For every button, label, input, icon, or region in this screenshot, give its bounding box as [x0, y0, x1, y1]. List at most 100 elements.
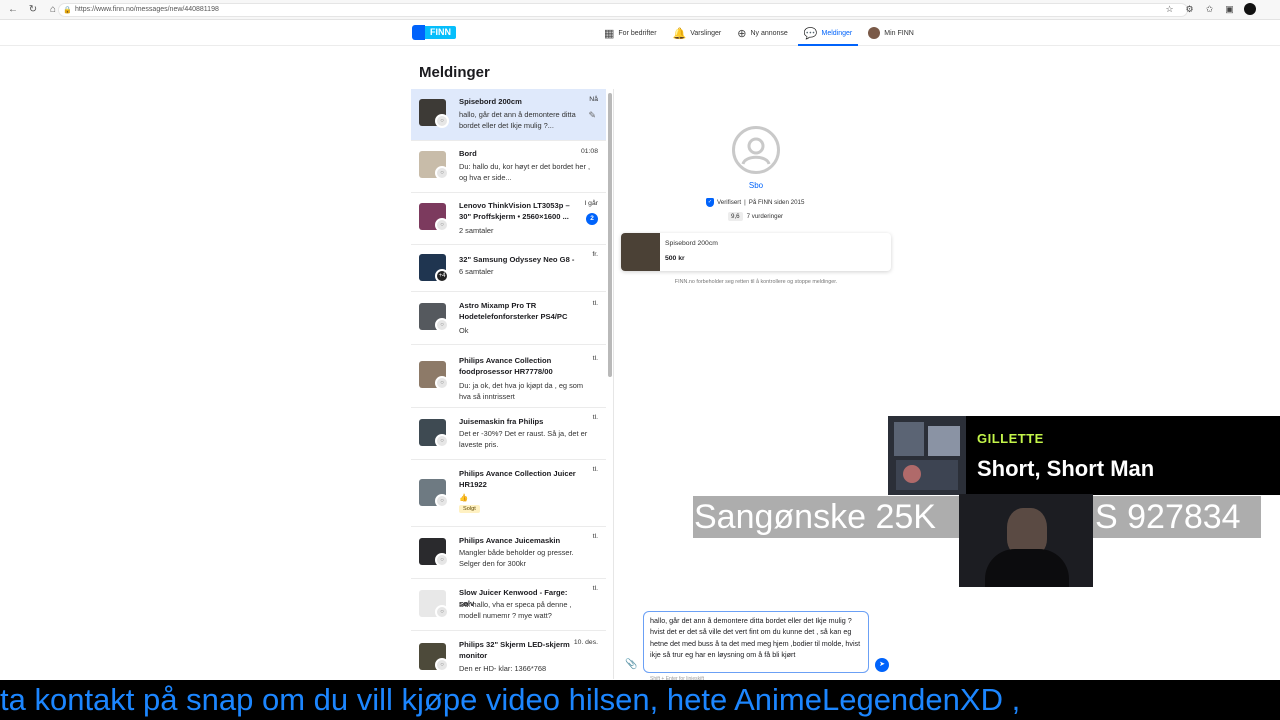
nav-for-bedrifter[interactable]: ▦ For bedrifter — [596, 20, 665, 46]
conversation-item[interactable]: ○ Slow Juicer Kenwood - Farge: sølv Du: … — [411, 579, 606, 631]
seller-name-link[interactable]: Sbo — [700, 181, 812, 190]
lock-icon: 🔒 — [63, 7, 72, 14]
conversation-time: tl. — [592, 466, 598, 473]
nav-min-finn[interactable]: Min FINN — [860, 20, 922, 46]
send-button[interactable]: ➤ — [875, 658, 889, 672]
conversation-title: Astro Mixamp Pro TR Hodetelefonforsterke… — [459, 301, 568, 321]
edit-pencil-icon[interactable]: ✎ — [588, 110, 596, 121]
conversation-item[interactable]: ○ Lenovo ThinkVision LT3053p – 30" Proff… — [411, 193, 606, 245]
ad-title: Spisebord 200cm — [665, 240, 718, 247]
conversation-snippet: 2 samtaler — [459, 226, 494, 235]
conversation-snippet: Mangler både beholder og presser. Selger… — [459, 548, 574, 568]
ad-thumbnail — [621, 233, 660, 271]
conversation-time: 10. des. — [573, 639, 598, 646]
streamer-body — [985, 549, 1069, 587]
verified-shield-icon: ✓ — [706, 198, 714, 207]
now-playing-overlay: GILLETTE Short, Short Man — [888, 416, 1280, 495]
ad-card[interactable]: Spisebord 200cm 500 kr — [621, 233, 891, 271]
url-text: https://www.finn.no/messages/new/4408811… — [75, 6, 219, 13]
conversation-snippet: Du: hallo, vha er speca på denne , model… — [459, 600, 572, 620]
message-input[interactable]: hallo, går det ann å demontere ditta bor… — [643, 611, 869, 673]
conversation-title: Spisebord 200cm — [459, 97, 522, 106]
conversation-list: ○ Spisebord 200cm hallo, går det ann å d… — [411, 89, 606, 679]
seller-verification: ✓ Verifisert | På FINN siden 2015 — [706, 198, 804, 207]
conversation-time: fr. — [592, 251, 598, 258]
conversation-time: I går — [584, 200, 598, 207]
conversation-title: 32" Samsung Odyssey Neo G8 - — [459, 255, 575, 264]
address-bar[interactable]: 🔒 https://www.finn.no/messages/new/44088… — [58, 3, 1188, 17]
favorites-icon[interactable]: ✩ — [1203, 3, 1216, 16]
conversation-item[interactable]: ○ Spisebord 200cm hallo, går det ann å d… — [411, 89, 606, 141]
scrollbar-thumb[interactable] — [608, 93, 612, 377]
user-avatar-icon: ○ — [435, 658, 449, 672]
song-title: Short, Short Man — [977, 456, 1155, 481]
separator: | — [744, 199, 746, 206]
song-request-text: Sangønske 25K — [694, 498, 936, 536]
finn-logo[interactable]: FINN — [412, 25, 456, 40]
conversation-time: tl. — [592, 585, 598, 592]
conversation-snippet: Ok — [459, 326, 469, 335]
song-artist: GILLETTE — [977, 431, 1044, 446]
conversation-item[interactable]: ○ Philips Avance Collection foodprosesso… — [411, 345, 606, 408]
extra-participants-badge: +4 — [435, 269, 449, 283]
conversation-snippet: Du: hallo du, kor høyt er det bordet her… — [459, 162, 591, 182]
back-icon[interactable]: ← — [6, 3, 20, 17]
finn-logo-text: FINN — [425, 26, 456, 39]
conversation-time: tl. — [592, 533, 598, 540]
conversation-item[interactable]: ○ Philips Avance Juicemaskin Mangler båd… — [411, 527, 606, 579]
user-avatar-icon: ○ — [435, 553, 449, 567]
site-header: FINN ▦ For bedrifter 🔔 Varslinger ⊕ Ny a… — [0, 20, 1280, 46]
user-avatar-icon: ○ — [435, 605, 449, 619]
user-avatar-icon: ○ — [435, 434, 449, 448]
conversation-time: 01:08 — [580, 148, 598, 155]
nav-varslinger[interactable]: 🔔 Varslinger — [665, 20, 730, 46]
page-title: Meldinger — [419, 64, 490, 81]
extensions-icon[interactable]: ⚙ — [1183, 3, 1196, 16]
conversation-snippet: Det er -30%? Det er raust. Så ja, det er… — [459, 429, 588, 449]
seller-rating[interactable]: 9,6 7 vurderinger — [728, 212, 783, 221]
attachment-paperclip-icon[interactable]: 📎 — [625, 659, 637, 670]
reload-icon[interactable]: ↻ — [26, 3, 40, 17]
user-avatar — [868, 27, 881, 39]
profile-icon[interactable] — [1243, 3, 1256, 16]
nav-ny-annonse[interactable]: ⊕ Ny annonse — [729, 20, 796, 46]
webcam-overlay — [959, 494, 1093, 587]
conversation-snippet: Du: ja ok, det hva jo kjøpt da , eg som … — [459, 381, 584, 401]
user-avatar-icon: ○ — [435, 114, 449, 128]
conversation-title: Lenovo ThinkVision LT3053p – 30" Proffsk… — [459, 201, 570, 221]
building-icon: ▦ — [604, 27, 615, 40]
member-since: På FINN siden 2015 — [748, 199, 805, 206]
plus-circle-icon: ⊕ — [737, 27, 747, 40]
conversation-snippet: 👍 — [459, 493, 469, 502]
nav-meldinger[interactable]: 💬 Meldinger — [796, 20, 860, 46]
nav-label: Meldinger — [821, 29, 853, 37]
user-avatar-icon: ○ — [435, 494, 449, 508]
conversation-snippet: 6 samtaler — [459, 267, 494, 276]
rating-score: 9,6 — [728, 212, 743, 221]
conversation-snippet: Den er HD- klar: 1366*768 — [459, 664, 547, 673]
song-request-number: S 927834 — [1095, 498, 1241, 536]
conversation-time: Nå — [589, 96, 598, 103]
verified-label: Verifisert — [717, 199, 742, 206]
conversation-item[interactable]: ○ Philips Avance Collection Juicer HR192… — [411, 460, 606, 527]
conversation-item[interactable]: ○ Philips 32" Skjerm LED-skjerm monitor … — [411, 631, 606, 679]
conversation-item[interactable]: ○ Astro Mixamp Pro TR Hodetelefonforster… — [411, 292, 606, 345]
pane-divider — [613, 89, 614, 679]
conversation-title: Philips 32" Skjerm LED-skjerm monitor — [459, 640, 570, 660]
conversation-item[interactable]: ○ Bord Du: hallo du, kor høyt er det bor… — [411, 141, 606, 193]
seller-avatar-icon[interactable] — [732, 126, 780, 174]
nav-label: For bedrifter — [618, 29, 657, 37]
favorite-star-icon[interactable]: ☆ — [1163, 3, 1176, 16]
user-avatar-icon: ○ — [435, 318, 449, 332]
nav-label: Varslinger — [690, 29, 722, 37]
conversation-item[interactable]: +4 32" Samsung Odyssey Neo G8 - 6 samtal… — [411, 245, 606, 292]
conversation-snippet: hallo, går det ann å demontere ditta bor… — [459, 110, 576, 130]
conversation-time: tl. — [592, 414, 598, 421]
conversation-item[interactable]: ○ Juisemaskin fra Philips Det er -30%? D… — [411, 408, 606, 460]
sold-badge: Solgt — [459, 505, 480, 513]
conversation-title: Philips Avance Collection foodprosessor … — [459, 356, 553, 376]
reviews-count: 7 vurderinger — [746, 213, 784, 220]
collections-icon[interactable]: ▣ — [1223, 3, 1236, 16]
moderation-disclaimer: FINN.no forbeholder seg retten til å kon… — [674, 279, 838, 285]
album-art — [888, 416, 966, 495]
